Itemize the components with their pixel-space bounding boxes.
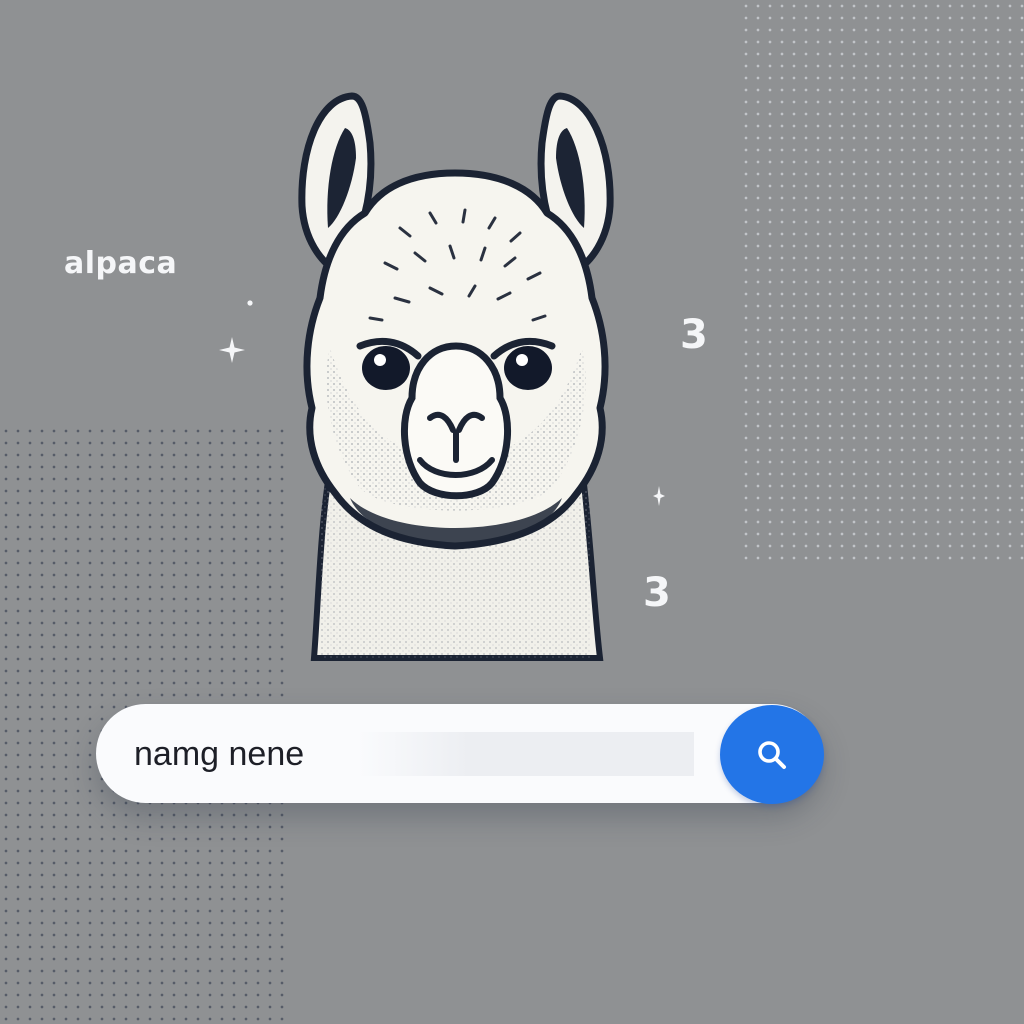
number-badge-top: 3 <box>680 312 708 358</box>
search-icon <box>758 740 786 769</box>
search-input[interactable] <box>134 732 694 776</box>
sparkle-tiny-icon <box>653 486 665 506</box>
brand-label: alpaca <box>64 246 178 281</box>
search-button[interactable] <box>720 705 824 804</box>
dot-pattern-right <box>740 0 1024 560</box>
sparkle-small-icon <box>247 300 253 306</box>
sparkle-icon <box>219 337 245 363</box>
number-badge-bottom: 3 <box>643 570 671 616</box>
search-bar <box>96 704 824 804</box>
alpaca-head-illustration <box>298 92 614 661</box>
